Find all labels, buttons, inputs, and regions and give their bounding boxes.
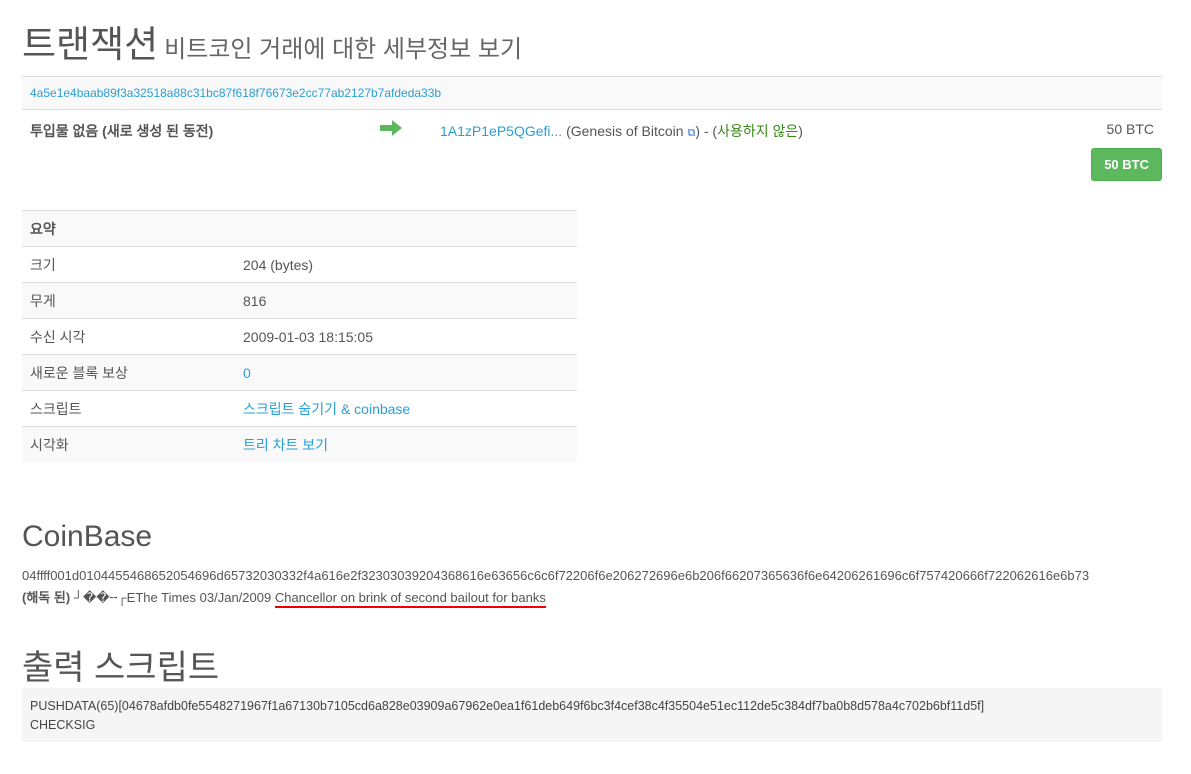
input-label: 투입물 없음 (새로 생성 된 동전) [30, 123, 214, 139]
title-text: 트랜잭션 [22, 24, 159, 65]
output-tag: (Genesis of Bitcoin [566, 123, 684, 139]
row-key: 수신 시각 [22, 318, 235, 355]
row-key: 크기 [22, 246, 235, 283]
arrow-right-icon [380, 120, 402, 136]
row-key: 스크립트 [22, 390, 235, 427]
table-row: 스크립트 스크립트 숨기기 & coinbase [22, 390, 577, 427]
tx-hash-link[interactable]: 4a5e1e4baab89f3a32518a88c31bc87f618f7667… [30, 86, 441, 100]
tree-chart-link[interactable]: 트리 차트 보기 [243, 437, 328, 453]
table-row: 무게 816 [22, 282, 577, 319]
summary-header-text: 요약 [30, 220, 56, 237]
row-key: 시각화 [22, 426, 235, 462]
summary-table: 요약 크기 204 (bytes) 무게 816 수신 시각 2009-01-03 1… [22, 210, 577, 462]
hide-scripts-link[interactable]: 스크립트 숨기기 & coinbase [243, 401, 410, 417]
table-row: 시각화 트리 차트 보기 [22, 426, 577, 462]
row-value: 816 [235, 282, 577, 319]
table-row: 새로운 블록 보상 0 [22, 354, 577, 391]
script-line-1: PUSHDATA(65)[04678afdb0fe5548271967f1a67… [30, 699, 985, 713]
output-script-heading: 출력 스크립트 [22, 649, 220, 687]
output-entry: 1A1zP1eP5QGefi... (Genesis of Bitcoin ⧉)… [440, 121, 803, 141]
script-line-2: CHECKSIG [30, 718, 96, 732]
block-reward-link[interactable]: 0 [243, 365, 251, 381]
page-title: 트랜잭션 비트코인 거래에 대한 세부정보 보기 [22, 14, 522, 68]
output-tag-close: ) - ( [695, 123, 718, 139]
summary-header: 요약 [22, 210, 577, 247]
row-key: 무게 [22, 282, 235, 319]
output-address-link[interactable]: 1A1zP1eP5QGefi... [440, 123, 562, 139]
decoded-highlight: Chancellor on brink of second bailout fo… [274, 590, 546, 608]
total-amount-button[interactable]: 50 BTC [1091, 148, 1162, 181]
decoded-prefix: ┘��╌┌EThe Times 03/Jan/2009 [70, 590, 275, 605]
coinbase-decoded: (해독 된) ┘��╌┌EThe Times 03/Jan/2009 Chanc… [22, 587, 546, 608]
row-value: 2009-01-03 18:15:05 [235, 318, 577, 355]
table-row: 크기 204 (bytes) [22, 246, 577, 283]
row-key: 새로운 블록 보상 [22, 354, 235, 391]
output-status-close: ) [798, 123, 803, 139]
output-script-box: PUSHDATA(65)[04678afdb0fe5548271967f1a67… [22, 688, 1162, 742]
table-row: 수신 시각 2009-01-03 18:15:05 [22, 318, 577, 355]
io-row: 투입물 없음 (새로 생성 된 동전) 1A1zP1eP5QGefi... (G… [22, 110, 1162, 190]
output-status: 사용하지 않은 [717, 123, 799, 139]
output-amount: 50 BTC [1106, 121, 1154, 137]
decoded-label: (해독 된) [22, 590, 71, 605]
row-value: 204 (bytes) [235, 246, 577, 283]
tx-hash-row: 4a5e1e4baab89f3a32518a88c31bc87f618f7667… [22, 76, 1162, 110]
page-subtitle: 비트코인 거래에 대한 세부정보 보기 [164, 36, 523, 63]
coinbase-heading: CoinBase [22, 520, 153, 553]
coinbase-hex: 04ffff001d0104455468652054696d6573203033… [22, 568, 1090, 583]
